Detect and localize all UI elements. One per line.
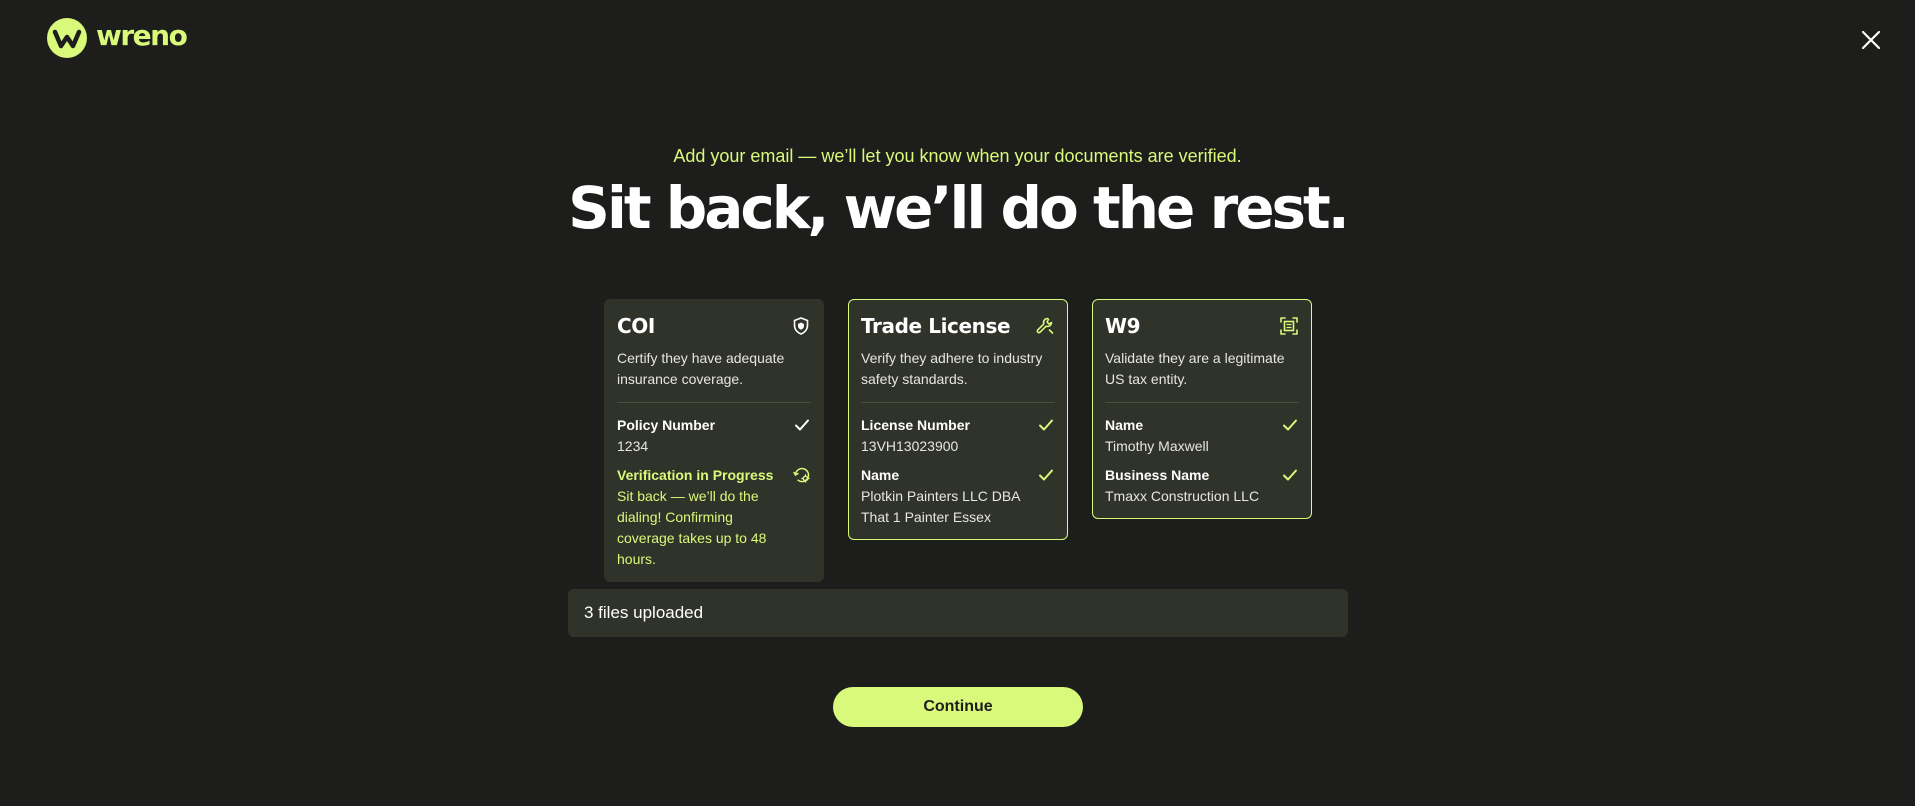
page-title: Sit back, we’ll do the rest.	[568, 174, 1350, 242]
page-subtitle: Add your email — we’ll let you know when…	[673, 146, 1242, 166]
wrench-icon	[1036, 317, 1054, 334]
verification-progress: Verification in Progress Sit back — we’l…	[617, 465, 811, 570]
files-uploaded-text: 3 files uploaded	[584, 603, 704, 622]
check-icon	[795, 419, 809, 431]
field-value: Plotkin Painters LLC DBA That 1 Painter …	[861, 488, 1020, 525]
progress-text: Sit back — we’ll do the dialing! Confirm…	[617, 488, 767, 567]
check-icon	[1283, 469, 1297, 481]
close-button[interactable]	[1859, 28, 1883, 52]
coi-card: COI Certify they have adequate insurance…	[604, 299, 824, 582]
progress-label: Verification in Progress	[617, 467, 774, 483]
field-value: 1234	[617, 438, 649, 454]
check-icon	[1039, 469, 1053, 481]
card-title: Trade License	[861, 314, 1011, 338]
card-title: COI	[617, 314, 655, 338]
wreno-logo-icon	[47, 18, 87, 58]
card-description: Certify they have adequate insurance cov…	[617, 350, 785, 387]
document-verification-page: wreno Add your email — we’ll let you kno…	[0, 0, 1915, 806]
w9-card: W9 Validate they are a legitimate US tax…	[1092, 299, 1312, 519]
field-label: Name	[861, 467, 900, 483]
policy-number-field: Policy Number 1234	[617, 415, 811, 457]
document-scan-icon	[1280, 317, 1298, 335]
business-name-field: Business Name Tmaxx Construction LLC	[1105, 465, 1299, 507]
trade-license-card: Trade License Verify they adhere to indu…	[848, 299, 1068, 540]
field-label: License Number	[861, 417, 970, 433]
shield-icon	[793, 317, 809, 335]
card-divider	[1105, 402, 1299, 403]
card-divider	[861, 402, 1055, 403]
card-description: Verify they adhere to industry safety st…	[861, 350, 1043, 387]
wreno-logo[interactable]: wreno	[47, 18, 188, 58]
card-divider	[617, 402, 811, 403]
continue-button[interactable]: Continue	[833, 687, 1083, 727]
field-label: Name	[1105, 417, 1144, 433]
field-label: Policy Number	[617, 417, 716, 433]
check-icon	[1039, 419, 1053, 431]
history-settings-icon	[793, 467, 810, 483]
w9-name-field: Name Timothy Maxwell	[1105, 415, 1299, 457]
license-number-field: License Number 13VH13023900	[861, 415, 1055, 457]
field-value: 13VH13023900	[861, 438, 959, 454]
check-icon	[1283, 419, 1297, 431]
close-icon	[1861, 30, 1881, 50]
wreno-wordmark: wreno	[96, 19, 188, 52]
field-value: Tmaxx Construction LLC	[1105, 488, 1260, 504]
card-description: Validate they are a legitimate US tax en…	[1105, 350, 1285, 387]
field-label: Business Name	[1105, 467, 1210, 483]
card-title: W9	[1105, 314, 1141, 338]
files-uploaded-bar[interactable]: 3 files uploaded	[568, 589, 1348, 637]
field-value: Timothy Maxwell	[1105, 438, 1209, 454]
license-name-field: Name Plotkin Painters LLC DBA That 1 Pai…	[861, 465, 1055, 528]
